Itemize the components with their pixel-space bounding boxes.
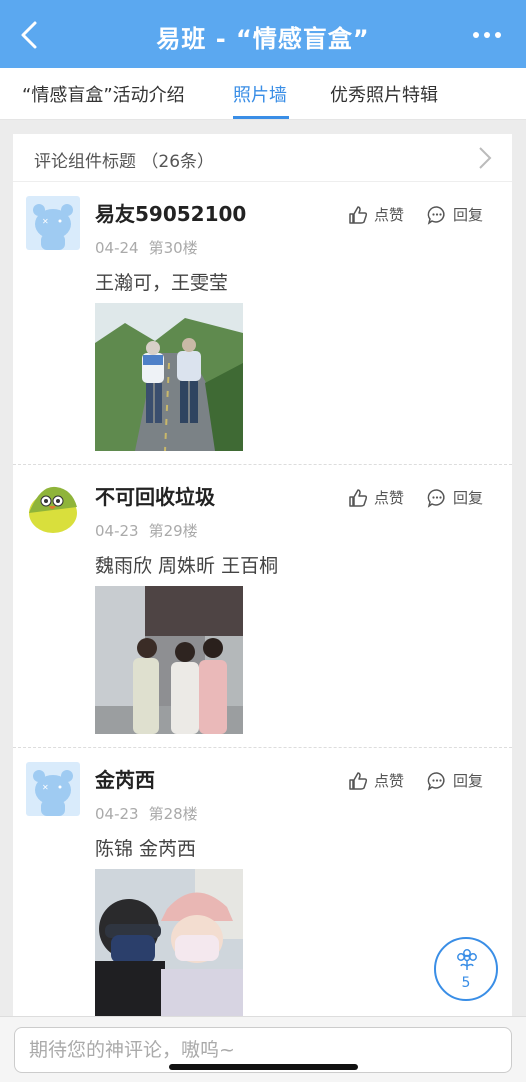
reply-label: 回复 (453, 206, 484, 224)
chat-bubble-icon (427, 488, 445, 508)
tab-featured-photos[interactable]: 优秀照片特辑 (330, 81, 438, 107)
thumbs-up-icon (349, 488, 368, 507)
comment-meta: 04-23 第29楼 (95, 520, 198, 541)
home-indicator[interactable] (169, 1064, 358, 1070)
comment-item: ✕ 易友59052100 点赞 回复 04-24 第30楼 王瀚可，王雯莹 (13, 182, 512, 465)
floor-number: 第29楼 (148, 522, 198, 540)
floor-number: 第28楼 (148, 805, 198, 823)
tab-bar: “情感盲盒”活动介绍 照片墙 优秀照片特辑 (0, 68, 526, 120)
comment-photo[interactable] (95, 303, 243, 451)
bear-avatar[interactable]: ✕ (26, 762, 80, 816)
flower-icon (457, 949, 477, 970)
svg-text:✕: ✕ (42, 783, 49, 792)
floor-number: 第30楼 (148, 239, 198, 257)
username[interactable]: 不可回收垃圾 (95, 481, 215, 510)
reply-button[interactable]: 回复 (427, 204, 483, 225)
tab-photo-wall[interactable]: 照片墙 (233, 81, 287, 107)
like-label: 点赞 (374, 489, 405, 507)
top-nav-bar: 易班 - “情感盲盒” (0, 0, 526, 68)
comment-meta: 04-23 第28楼 (95, 803, 198, 824)
comments-header[interactable]: 评论组件标题 （26条） (13, 134, 512, 182)
chat-bubble-icon (427, 771, 445, 791)
bird-avatar[interactable] (26, 479, 80, 533)
like-button[interactable]: 点赞 (348, 204, 404, 225)
like-label: 点赞 (374, 206, 405, 224)
comment-meta: 04-24 第30楼 (95, 237, 198, 258)
more-dots-icon[interactable] (472, 30, 502, 40)
reply-label: 回复 (453, 772, 484, 790)
tab-activity-intro[interactable]: “情感盲盒”活动介绍 (22, 81, 185, 107)
comment-text: 王瀚可，王雯莹 (95, 272, 229, 294)
comment-text: 魏雨欣 周姝昕 王百桐 (95, 555, 279, 577)
thumbs-up-icon (349, 771, 368, 790)
comment-date: 04-23 (95, 805, 139, 823)
thumbs-up-icon (349, 205, 368, 224)
bear-avatar[interactable]: ✕ (26, 196, 80, 250)
chevron-right-icon[interactable] (478, 146, 492, 170)
comment-photo[interactable] (95, 869, 243, 1017)
flower-button[interactable]: 5 (434, 937, 498, 1001)
like-button[interactable]: 点赞 (348, 770, 404, 791)
comment-date: 04-23 (95, 522, 139, 540)
username[interactable]: 金芮西 (95, 764, 155, 793)
page-title: 易班 - “情感盲盒” (156, 25, 370, 53)
chat-bubble-icon (427, 205, 445, 225)
comment-date: 04-24 (95, 239, 139, 257)
active-tab-indicator (233, 116, 289, 119)
username[interactable]: 易友59052100 (95, 198, 246, 227)
comments-title: 评论组件标题 （26条） (34, 152, 215, 172)
reply-button[interactable]: 回复 (427, 770, 483, 791)
reply-label: 回复 (453, 489, 484, 507)
like-label: 点赞 (374, 772, 405, 790)
like-button[interactable]: 点赞 (348, 487, 404, 508)
comment-item: 不可回收垃圾 点赞 回复 04-23 第29楼 魏雨欣 周姝昕 王百桐 (13, 465, 512, 748)
svg-text:✕: ✕ (42, 217, 49, 226)
flower-count: 5 (461, 975, 471, 991)
reply-button[interactable]: 回复 (427, 487, 483, 508)
comment-text: 陈锦 金芮西 (95, 838, 197, 860)
comment-bar (0, 1016, 526, 1082)
comments-panel: 评论组件标题 （26条） ✕ 易友59052100 点赞 回复 04-24 第30… (13, 134, 512, 1024)
comment-photo[interactable] (95, 586, 243, 734)
